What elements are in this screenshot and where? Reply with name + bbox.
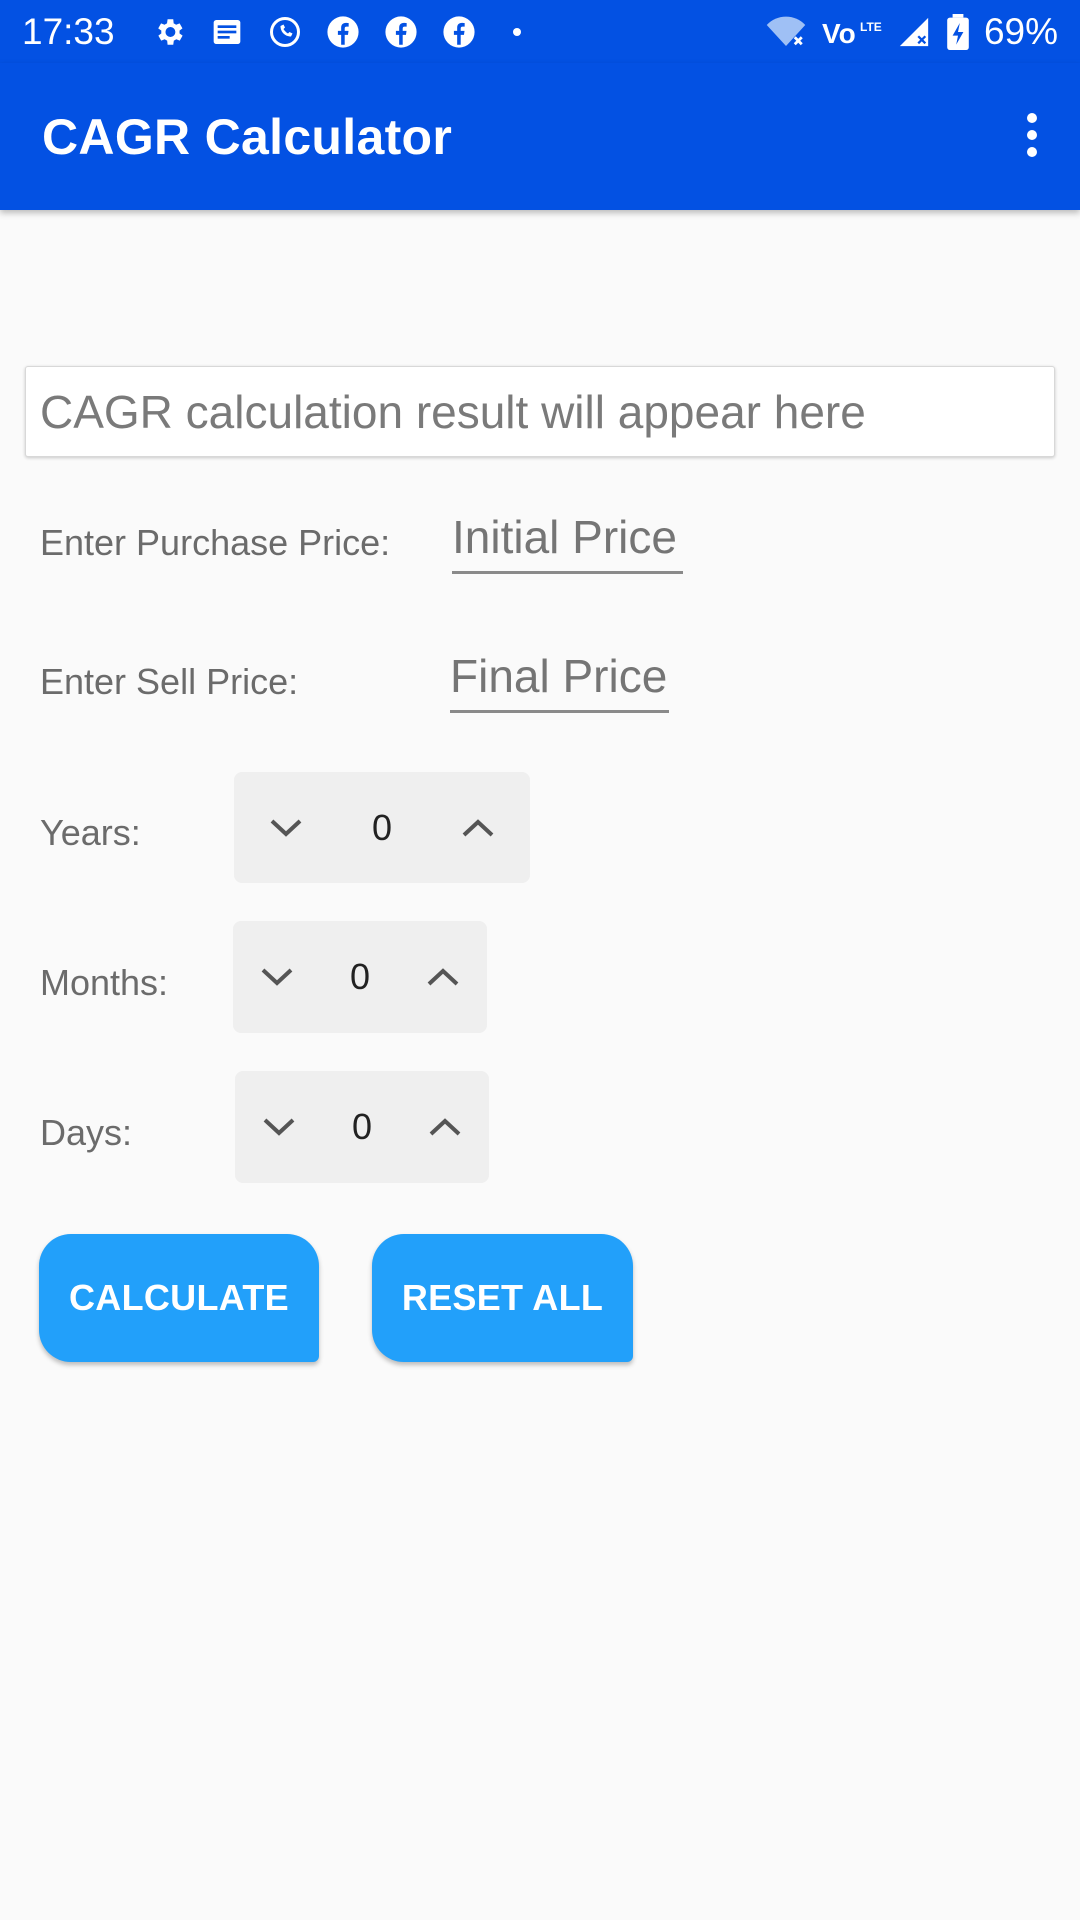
years-stepper[interactable]: 0 bbox=[234, 772, 530, 883]
months-decrement-button[interactable] bbox=[247, 947, 307, 1007]
chevron-up-icon bbox=[429, 1118, 461, 1136]
status-bar-left: 17:33 bbox=[22, 11, 535, 53]
months-stepper[interactable]: 0 bbox=[233, 921, 487, 1033]
chevron-down-icon bbox=[270, 819, 302, 837]
months-value[interactable]: 0 bbox=[350, 956, 370, 998]
purchase-price-input[interactable] bbox=[452, 508, 683, 574]
battery-icon bbox=[946, 13, 970, 50]
gear-icon bbox=[151, 14, 187, 50]
app-title: CAGR Calculator bbox=[42, 108, 453, 165]
years-value[interactable]: 0 bbox=[372, 807, 392, 849]
message-icon bbox=[209, 14, 245, 50]
status-bar-right: Vo LTE 69% bbox=[764, 11, 1058, 53]
days-increment-button[interactable] bbox=[415, 1097, 475, 1157]
chevron-down-icon bbox=[261, 968, 293, 986]
svg-text:LTE: LTE bbox=[860, 20, 882, 34]
sell-price-input[interactable] bbox=[450, 647, 669, 713]
status-bar: 17:33 Vo LTE 69% bbox=[0, 0, 1080, 63]
battery-percent: 69% bbox=[983, 10, 1058, 52]
months-increment-button[interactable] bbox=[413, 947, 473, 1007]
days-stepper[interactable]: 0 bbox=[235, 1071, 489, 1183]
app-bar: CAGR Calculator bbox=[0, 63, 1080, 210]
purchase-price-label: Enter Purchase Price: bbox=[40, 522, 391, 563]
volte-icon: Vo LTE bbox=[822, 14, 882, 50]
signal-icon bbox=[896, 14, 932, 50]
facebook-icon bbox=[383, 14, 419, 50]
result-text: CAGR calculation result will appear here bbox=[40, 385, 866, 438]
years-label: Years: bbox=[40, 812, 141, 853]
whatsapp-icon bbox=[267, 14, 303, 50]
status-time: 17:33 bbox=[22, 10, 115, 52]
chevron-down-icon bbox=[263, 1118, 295, 1136]
dot-icon bbox=[499, 14, 535, 50]
years-increment-button[interactable] bbox=[448, 798, 508, 858]
calculate-button[interactable]: CALCULATE bbox=[39, 1234, 319, 1362]
facebook-icon bbox=[325, 14, 361, 50]
result-display: CAGR calculation result will appear here bbox=[25, 366, 1055, 457]
reset-all-button[interactable]: RESET ALL bbox=[372, 1234, 633, 1362]
svg-text:Vo: Vo bbox=[822, 18, 856, 49]
chevron-up-icon bbox=[462, 818, 494, 836]
wifi-icon bbox=[764, 14, 808, 50]
facebook-icon bbox=[441, 14, 477, 50]
years-decrement-button[interactable] bbox=[256, 798, 316, 858]
days-decrement-button[interactable] bbox=[249, 1097, 309, 1157]
days-label: Days: bbox=[40, 1112, 133, 1153]
more-vert-icon bbox=[1025, 112, 1039, 163]
days-value[interactable]: 0 bbox=[352, 1106, 372, 1148]
sell-price-label: Enter Sell Price: bbox=[40, 661, 299, 702]
more-options-button[interactable] bbox=[1002, 101, 1062, 173]
months-label: Months: bbox=[40, 962, 169, 1003]
chevron-up-icon bbox=[427, 968, 459, 986]
